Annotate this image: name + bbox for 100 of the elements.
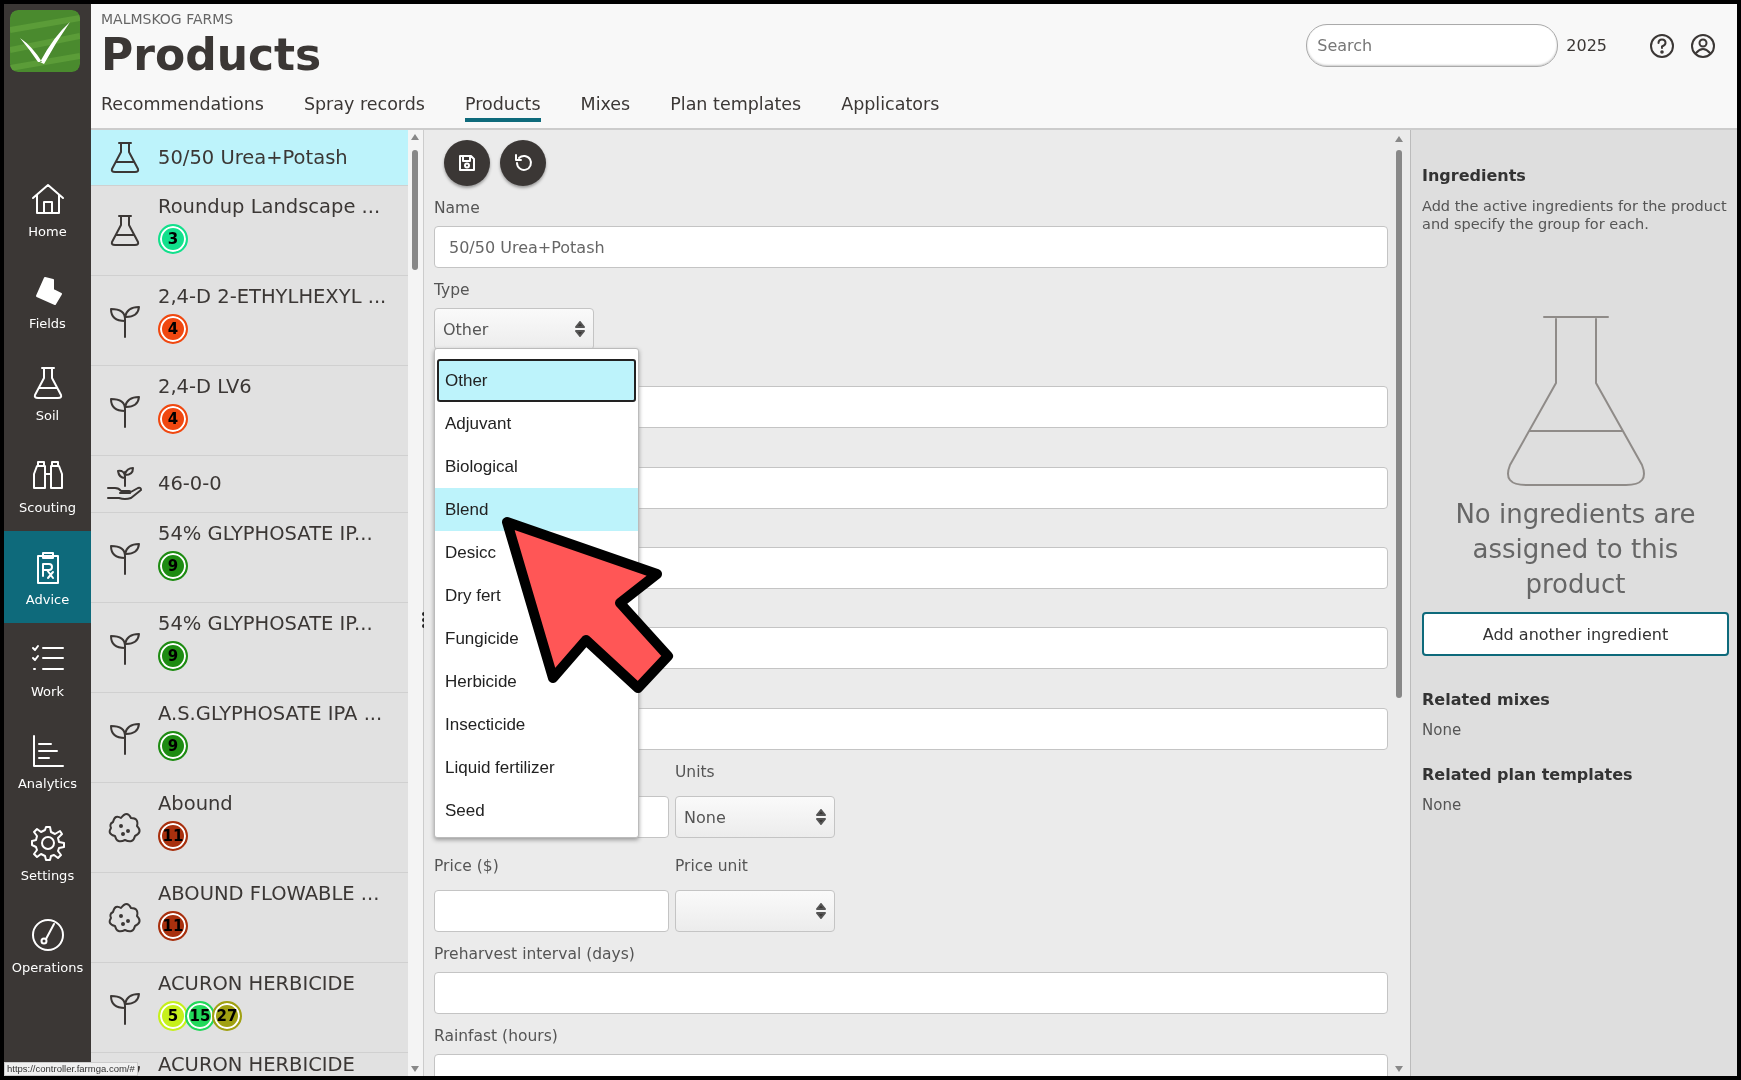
tab[interactable]: Applicators [841,94,940,122]
group-badge: 9 [158,551,188,581]
product-item[interactable]: 50/50 Urea+Potash [91,130,408,186]
logo-icon [10,10,80,72]
product-name: 2,4-D 2-ETHYLHEXYL ... [158,286,388,308]
scrollbar-thumb[interactable] [412,150,418,270]
sort-arrows-icon [816,903,826,919]
nav-item[interactable]: Home [4,163,91,255]
empty-message: No ingredients are assigned to this product [1454,498,1697,601]
price-field[interactable] [434,890,669,932]
company-name: MALMSKOG FARMS [101,11,235,27]
product-item[interactable]: 2,4-D 2-ETHYLHEXYL ... 4 [91,276,408,366]
type-option[interactable]: Biological [445,456,518,477]
type-option[interactable]: Insecticide [445,714,526,735]
type-option[interactable]: Desicc [445,542,496,563]
nav-item[interactable]: Advice [4,531,91,623]
price-unit-select[interactable] [675,890,835,932]
product-item[interactable]: ABOUND FLOWABLE ... 11 [91,873,408,963]
scroll-up-icon[interactable] [411,134,419,140]
name-field[interactable]: 50/50 Urea+Potash [434,226,1388,268]
type-option[interactable]: Dry fert [445,585,501,606]
scroll-down-icon[interactable] [1395,1066,1403,1072]
user-icon [1689,31,1717,60]
field-label: Units [675,762,716,782]
undo-icon [512,152,534,174]
group-badge: 15 [185,1001,215,1031]
undo-button[interactable] [500,140,546,186]
field-label: Price unit [675,856,749,876]
product-item[interactable]: A.S.GLYPHOSATE IPA ... 9 [91,693,408,783]
sort-arrows-icon [816,809,826,825]
tab[interactable]: Spray records [303,94,425,122]
group-badge: 27 [212,1001,242,1031]
save-icon [457,153,477,173]
related-value: None [1422,796,1463,814]
type-option[interactable]: Other [437,359,636,402]
product-name: 50/50 Urea+Potash [158,146,349,169]
product-item[interactable]: Abound 11 [91,783,408,873]
type-option[interactable]: Fungicide [445,628,519,649]
related-value: None [1422,721,1463,739]
section-description: Add the active ingredients for the product and specify the group for each. [1422,197,1728,233]
product-name: Roundup Landscape ... [158,196,382,218]
product-item[interactable]: Roundup Landscape ... 3 [91,186,408,276]
group-badge: 11 [158,821,188,851]
group-badge: 3 [158,224,188,254]
help-icon [1648,31,1676,60]
sort-arrows-icon [575,321,585,337]
save-button[interactable] [444,140,490,186]
product-name: 54% GLYPHOSATE IP... [158,613,374,635]
nav-item[interactable]: Soil [4,347,91,439]
product-item[interactable]: ACURON HERBICIDE 5 15 27 [91,963,408,1053]
field-label: Price ($) [434,856,500,876]
type-option[interactable]: Herbicide [445,671,517,692]
type-select[interactable]: Other [434,308,594,350]
field-label: Name [434,198,481,218]
field-label: Preharvest interval (days) [434,944,636,964]
product-name: ACURON HERBICIDE [158,1054,356,1076]
search-field[interactable]: Search [1306,24,1559,67]
product-name: Abound [158,793,234,815]
tab[interactable]: Products [465,94,541,122]
section-title: Related mixes [1422,690,1551,709]
nav-item[interactable]: Analytics [4,715,91,807]
tab[interactable]: Recommendations [101,94,264,122]
product-item[interactable]: 46-0-0 [91,456,408,513]
nav-item[interactable]: Operations [4,899,91,991]
settings-icon [28,823,67,862]
nav-item[interactable]: Fields [4,255,91,347]
tab[interactable]: Mixes [580,94,631,122]
section-title: Related plan templates [1422,765,1634,784]
type-option[interactable]: Blend [435,488,638,531]
type-option[interactable]: Adjuvant [445,413,512,434]
product-name: ABOUND FLOWABLE ... [158,883,381,905]
tab[interactable]: Plan templates [670,94,802,122]
product-name: A.S.GLYPHOSATE IPA ... [158,703,384,725]
scroll-up-icon[interactable] [1395,136,1403,142]
nav-item[interactable]: Scouting [4,439,91,531]
add-ingredient-button[interactable]: Add another ingredient [1422,612,1729,656]
group-badge: 5 [158,1001,188,1031]
nav-item[interactable]: Settings [4,807,91,899]
scroll-down-icon[interactable] [411,1066,419,1072]
link-url-tooltip: https://controller.farmga.com/# [4,1062,138,1076]
field-label: Rainfast (hours) [434,1026,559,1046]
page-title: Products [101,29,322,80]
product-name: 2,4-D LV6 [158,376,253,398]
type-option[interactable]: Seed [445,800,485,821]
product-name: ACURON HERBICIDE [158,973,356,995]
section-title: Ingredients [1422,166,1527,185]
preharvest-field[interactable] [434,972,1388,1014]
scrollbar-thumb[interactable] [1396,150,1402,698]
group-badge: 11 [158,911,188,941]
year-label: 2025 [1566,36,1607,55]
group-badge: 9 [158,731,188,761]
product-item[interactable]: 54% GLYPHOSATE IP... 9 [91,603,408,693]
product-name: 46-0-0 [158,473,223,495]
field-label: Type [434,280,471,300]
nav-item[interactable]: Work [4,623,91,715]
product-name: 54% GLYPHOSATE IP... [158,523,374,545]
units-select[interactable]: None [675,796,835,838]
product-item[interactable]: 54% GLYPHOSATE IP... 9 [91,513,408,603]
product-item[interactable]: 2,4-D LV6 4 [91,366,408,456]
type-option[interactable]: Liquid fertilizer [445,757,555,778]
